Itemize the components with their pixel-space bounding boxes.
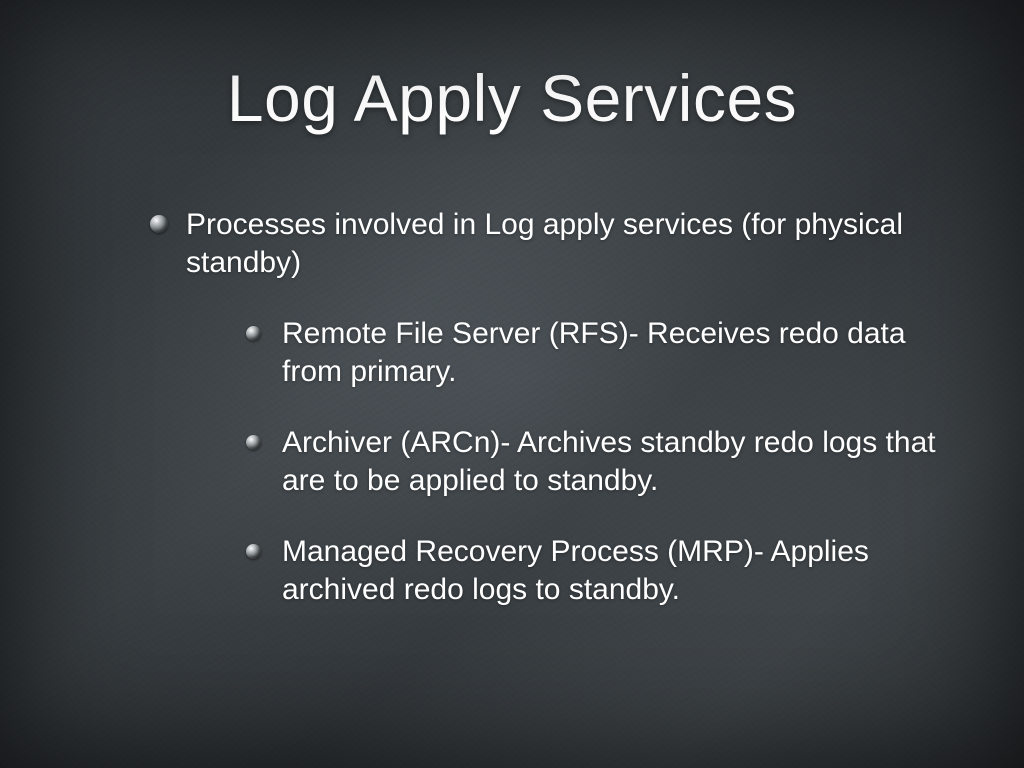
bullet-icon — [246, 544, 261, 559]
bullet-text: Managed Recovery Process (MRP)- Applies … — [282, 535, 869, 606]
list-item: Remote File Server (RFS)- Receives redo … — [246, 315, 954, 390]
bullet-list-level1: Processes involved in Log apply services… — [70, 206, 954, 608]
slide: Log Apply Services Processes involved in… — [0, 0, 1024, 768]
bullet-text: Processes involved in Log apply services… — [186, 208, 903, 279]
bullet-list-level2: Remote File Server (RFS)- Receives redo … — [186, 315, 954, 608]
bullet-icon — [150, 215, 168, 233]
slide-title: Log Apply Services — [70, 60, 954, 136]
bullet-text: Remote File Server (RFS)- Receives redo … — [282, 317, 906, 388]
bullet-text: Archiver (ARCn)- Archives standby redo l… — [282, 426, 936, 497]
bullet-icon — [246, 435, 261, 450]
list-item: Processes involved in Log apply services… — [150, 206, 954, 608]
list-item: Managed Recovery Process (MRP)- Applies … — [246, 533, 954, 608]
list-item: Archiver (ARCn)- Archives standby redo l… — [246, 424, 954, 499]
bullet-icon — [246, 326, 261, 341]
